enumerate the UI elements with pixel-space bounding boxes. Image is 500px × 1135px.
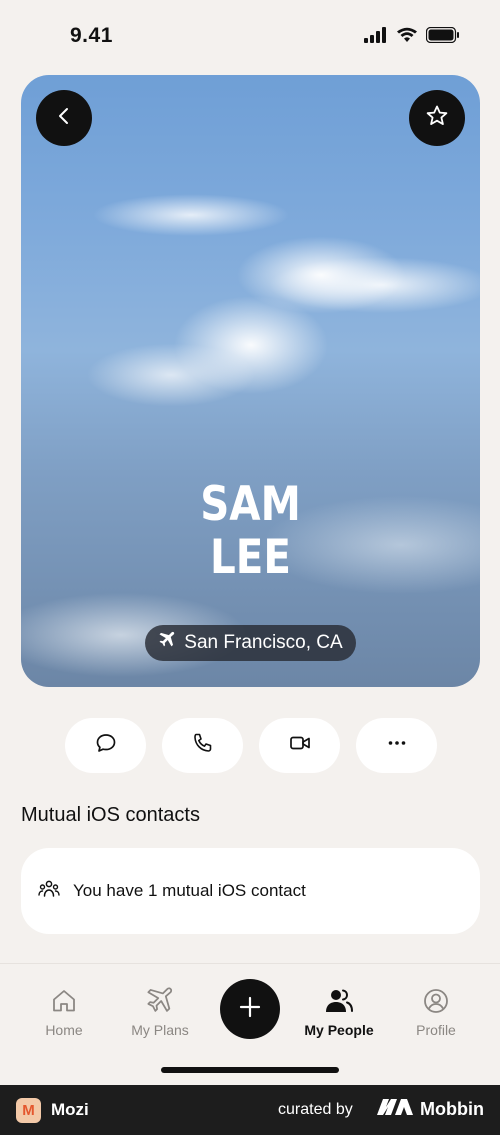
user-circle-icon (386, 986, 486, 1016)
video-call-button[interactable] (259, 718, 340, 773)
call-button[interactable] (162, 718, 243, 773)
add-button[interactable] (220, 979, 280, 1039)
message-button[interactable] (65, 718, 146, 773)
app-name: Mozi (51, 1100, 89, 1119)
video-camera-icon (288, 731, 312, 760)
contact-name: SAM LEE (53, 478, 448, 584)
footer-bar: M Mozi curated by Mobbin (0, 1085, 500, 1135)
mutual-contacts-card[interactable]: You have 1 mutual iOS contact (21, 848, 480, 934)
more-button[interactable] (356, 718, 437, 773)
back-button[interactable] (36, 90, 92, 146)
location-pill: San Francisco, CA (145, 625, 356, 661)
phone-icon (191, 731, 215, 760)
home-icon (14, 986, 114, 1016)
people-group-icon (37, 877, 61, 906)
curated-by-text: curated by (278, 1101, 353, 1118)
tab-home-label: Home (45, 1022, 83, 1038)
people-icon (289, 986, 389, 1016)
tab-my-people-label: My People (304, 1022, 374, 1038)
chevron-left-icon (57, 107, 71, 130)
star-icon (425, 104, 449, 133)
airplane-icon (158, 631, 176, 655)
mozi-logo-icon: M (16, 1098, 41, 1123)
mobbin-brand: Mobbin (376, 1097, 484, 1122)
ellipsis-icon (385, 731, 409, 760)
chat-bubble-icon (94, 731, 118, 760)
mobbin-text: Mobbin (420, 1099, 484, 1119)
tab-profile-label: Profile (416, 1022, 456, 1038)
status-bar: 9.41 (0, 0, 500, 75)
status-time: 9.41 (70, 24, 113, 47)
cellular-signal-icon (364, 27, 388, 48)
contact-first-name: SAM (200, 477, 301, 532)
mutual-contacts-heading: Mutual iOS contacts (21, 804, 200, 826)
tab-my-plans[interactable]: My Plans (110, 986, 210, 1038)
tab-home[interactable]: Home (14, 986, 114, 1038)
battery-icon (425, 26, 460, 48)
favorite-button[interactable] (409, 90, 465, 146)
wifi-icon (396, 27, 418, 48)
contact-last-name: LEE (209, 530, 291, 585)
plus-icon (238, 995, 262, 1024)
profile-hero-card: SAM LEE San Francisco, CA (21, 75, 480, 687)
location-text: San Francisco, CA (184, 632, 343, 653)
mobbin-logo-icon (376, 1097, 414, 1122)
airplane-icon (110, 986, 210, 1016)
tab-my-people[interactable]: My People (289, 986, 389, 1038)
home-indicator (161, 1067, 339, 1073)
contact-actions (65, 718, 437, 773)
tab-profile[interactable]: Profile (386, 986, 486, 1038)
status-icons (364, 26, 460, 48)
tab-my-plans-label: My Plans (131, 1022, 189, 1038)
mutual-contacts-text: You have 1 mutual iOS contact (73, 881, 306, 900)
